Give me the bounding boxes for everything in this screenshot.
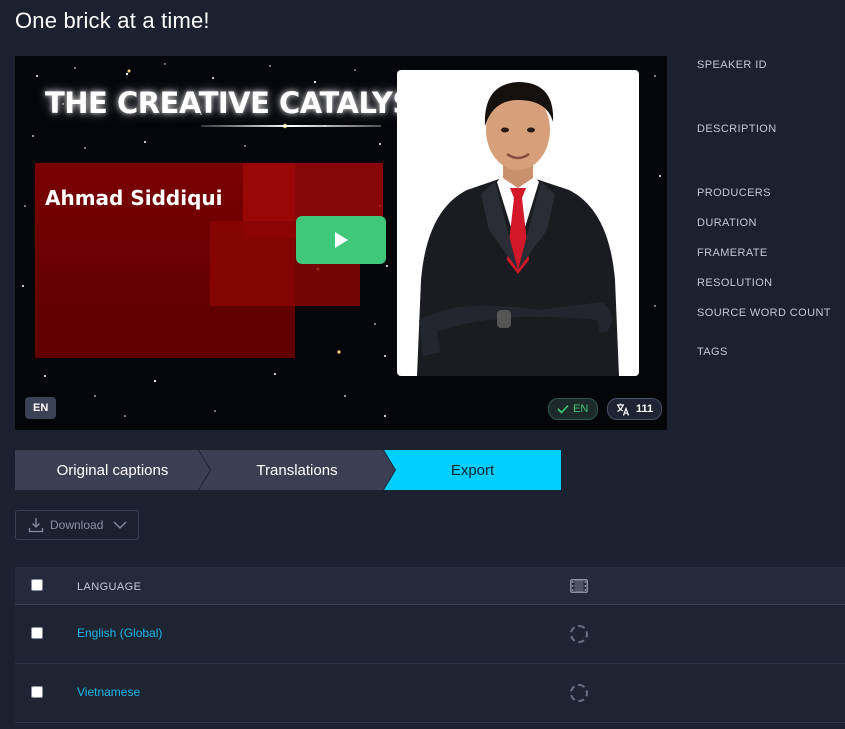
decorative-red-block bbox=[35, 306, 295, 358]
meta-label-speaker-id: SPEAKER ID bbox=[697, 59, 768, 71]
language-link[interactable]: English (Global) bbox=[77, 626, 162, 640]
select-all-checkbox[interactable] bbox=[31, 579, 43, 591]
meta-label-source-word-count: SOURCE WORD COUNT bbox=[697, 307, 831, 319]
film-icon bbox=[570, 579, 588, 593]
chevron-down-icon bbox=[113, 521, 127, 529]
play-icon bbox=[335, 232, 348, 248]
step-translations[interactable]: Translations bbox=[199, 450, 395, 490]
verified-language-badge[interactable]: EN bbox=[548, 398, 599, 420]
column-header-language: LANGUAGE bbox=[77, 581, 142, 593]
download-icon bbox=[28, 518, 44, 533]
table-row[interactable]: English (Global) bbox=[15, 605, 845, 664]
page-title: One brick at a time! bbox=[15, 8, 210, 33]
play-button[interactable] bbox=[296, 216, 386, 264]
workflow-steps: Original captions Translations Export bbox=[15, 450, 561, 490]
translate-icon bbox=[617, 403, 630, 416]
step-export[interactable]: Export bbox=[384, 450, 561, 490]
speaker-name: Ahmad Siddiqui bbox=[45, 186, 223, 210]
language-badge: EN bbox=[25, 397, 57, 419]
download-label: Download bbox=[50, 518, 104, 532]
download-button[interactable]: Download bbox=[15, 510, 139, 540]
meta-label-duration: DURATION bbox=[697, 217, 757, 229]
meta-label-description: DESCRIPTION bbox=[697, 123, 777, 135]
language-link[interactable]: Vietnamese bbox=[77, 685, 140, 699]
row-checkbox[interactable] bbox=[31, 686, 43, 698]
translations-count-badge[interactable]: 111 bbox=[607, 398, 663, 420]
meta-label-resolution: RESOLUTION bbox=[697, 277, 773, 289]
loading-spinner-icon bbox=[570, 625, 588, 643]
row-checkbox[interactable] bbox=[31, 627, 43, 639]
meta-label-framerate: FRAMERATE bbox=[697, 247, 768, 259]
verified-language-label: EN bbox=[573, 403, 589, 415]
speaker-photo bbox=[397, 70, 639, 376]
video-player[interactable]: THE CREATIVE CATALYST Ahmad Siddiqui EN … bbox=[15, 56, 667, 430]
meta-label-producers: PRODUCERS bbox=[697, 187, 771, 199]
check-icon bbox=[557, 404, 569, 414]
step-original-captions[interactable]: Original captions bbox=[15, 450, 210, 490]
table-header: LANGUAGE bbox=[15, 567, 845, 605]
translations-count: 111 bbox=[636, 403, 654, 415]
table-row[interactable]: Vietnamese bbox=[15, 664, 845, 723]
meta-label-tags: TAGS bbox=[697, 346, 728, 358]
loading-spinner-icon bbox=[570, 684, 588, 702]
video-overlay-title: THE CREATIVE CATALYST bbox=[45, 86, 433, 120]
person-illustration bbox=[417, 82, 619, 376]
title-underline bbox=[201, 125, 381, 127]
